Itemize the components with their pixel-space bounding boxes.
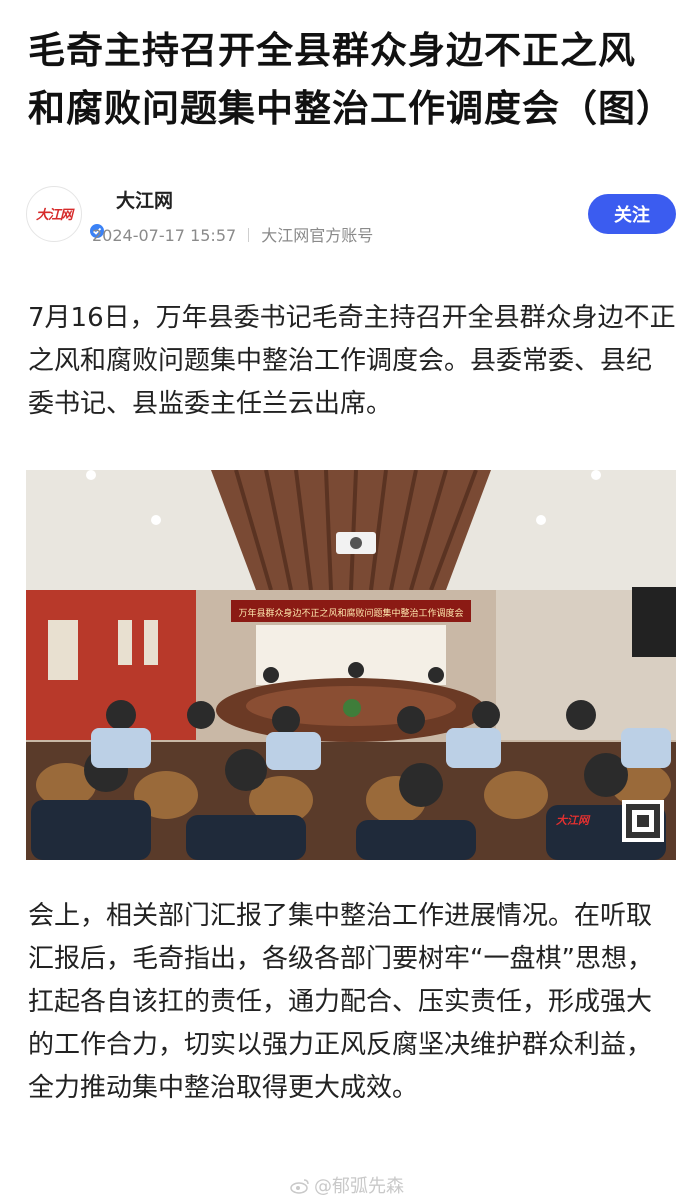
avatar-logo: 大江网: [35, 208, 73, 223]
footer-watermark: @郁弧先森: [290, 1172, 404, 1198]
publish-time: 2024-07-17 15:57: [92, 226, 237, 245]
account-type: 大江网官方账号: [261, 226, 374, 245]
weibo-icon: [290, 1179, 309, 1194]
meeting-banner-text: 万年县群众身边不正之风和腐败问题集中整治工作调度会: [238, 609, 464, 619]
paragraph-body: 会上，相关部门汇报了集中整治工作进展情况。在听取汇报后，毛奇指出，各级各部门要树…: [28, 901, 653, 1103]
follow-button[interactable]: 关注: [588, 194, 676, 234]
avatar[interactable]: 大江网: [26, 186, 82, 242]
photo-watermark-logo: 大江网: [556, 814, 589, 827]
meeting-photo-illustration: [26, 470, 676, 860]
paragraph-intro: 7月16日，万年县委书记毛奇主持召开全县群众身边不正之风和腐败问题集中整治工作调…: [28, 303, 676, 419]
author-row: 大江网 大江网 2024-07-17 15:57 大江网官方账号 关注: [26, 186, 676, 245]
author-meta: 2024-07-17 15:57 大江网官方账号: [92, 222, 373, 246]
article-photo[interactable]: [26, 470, 676, 860]
author-name[interactable]: 大江网: [116, 186, 173, 213]
article-title: 毛奇主持召开全县群众身边不正之风和腐败问题集中整治工作调度会（图）: [28, 29, 674, 130]
watermark-text: @郁弧先森: [314, 1176, 404, 1197]
meta-divider: [248, 228, 250, 242]
